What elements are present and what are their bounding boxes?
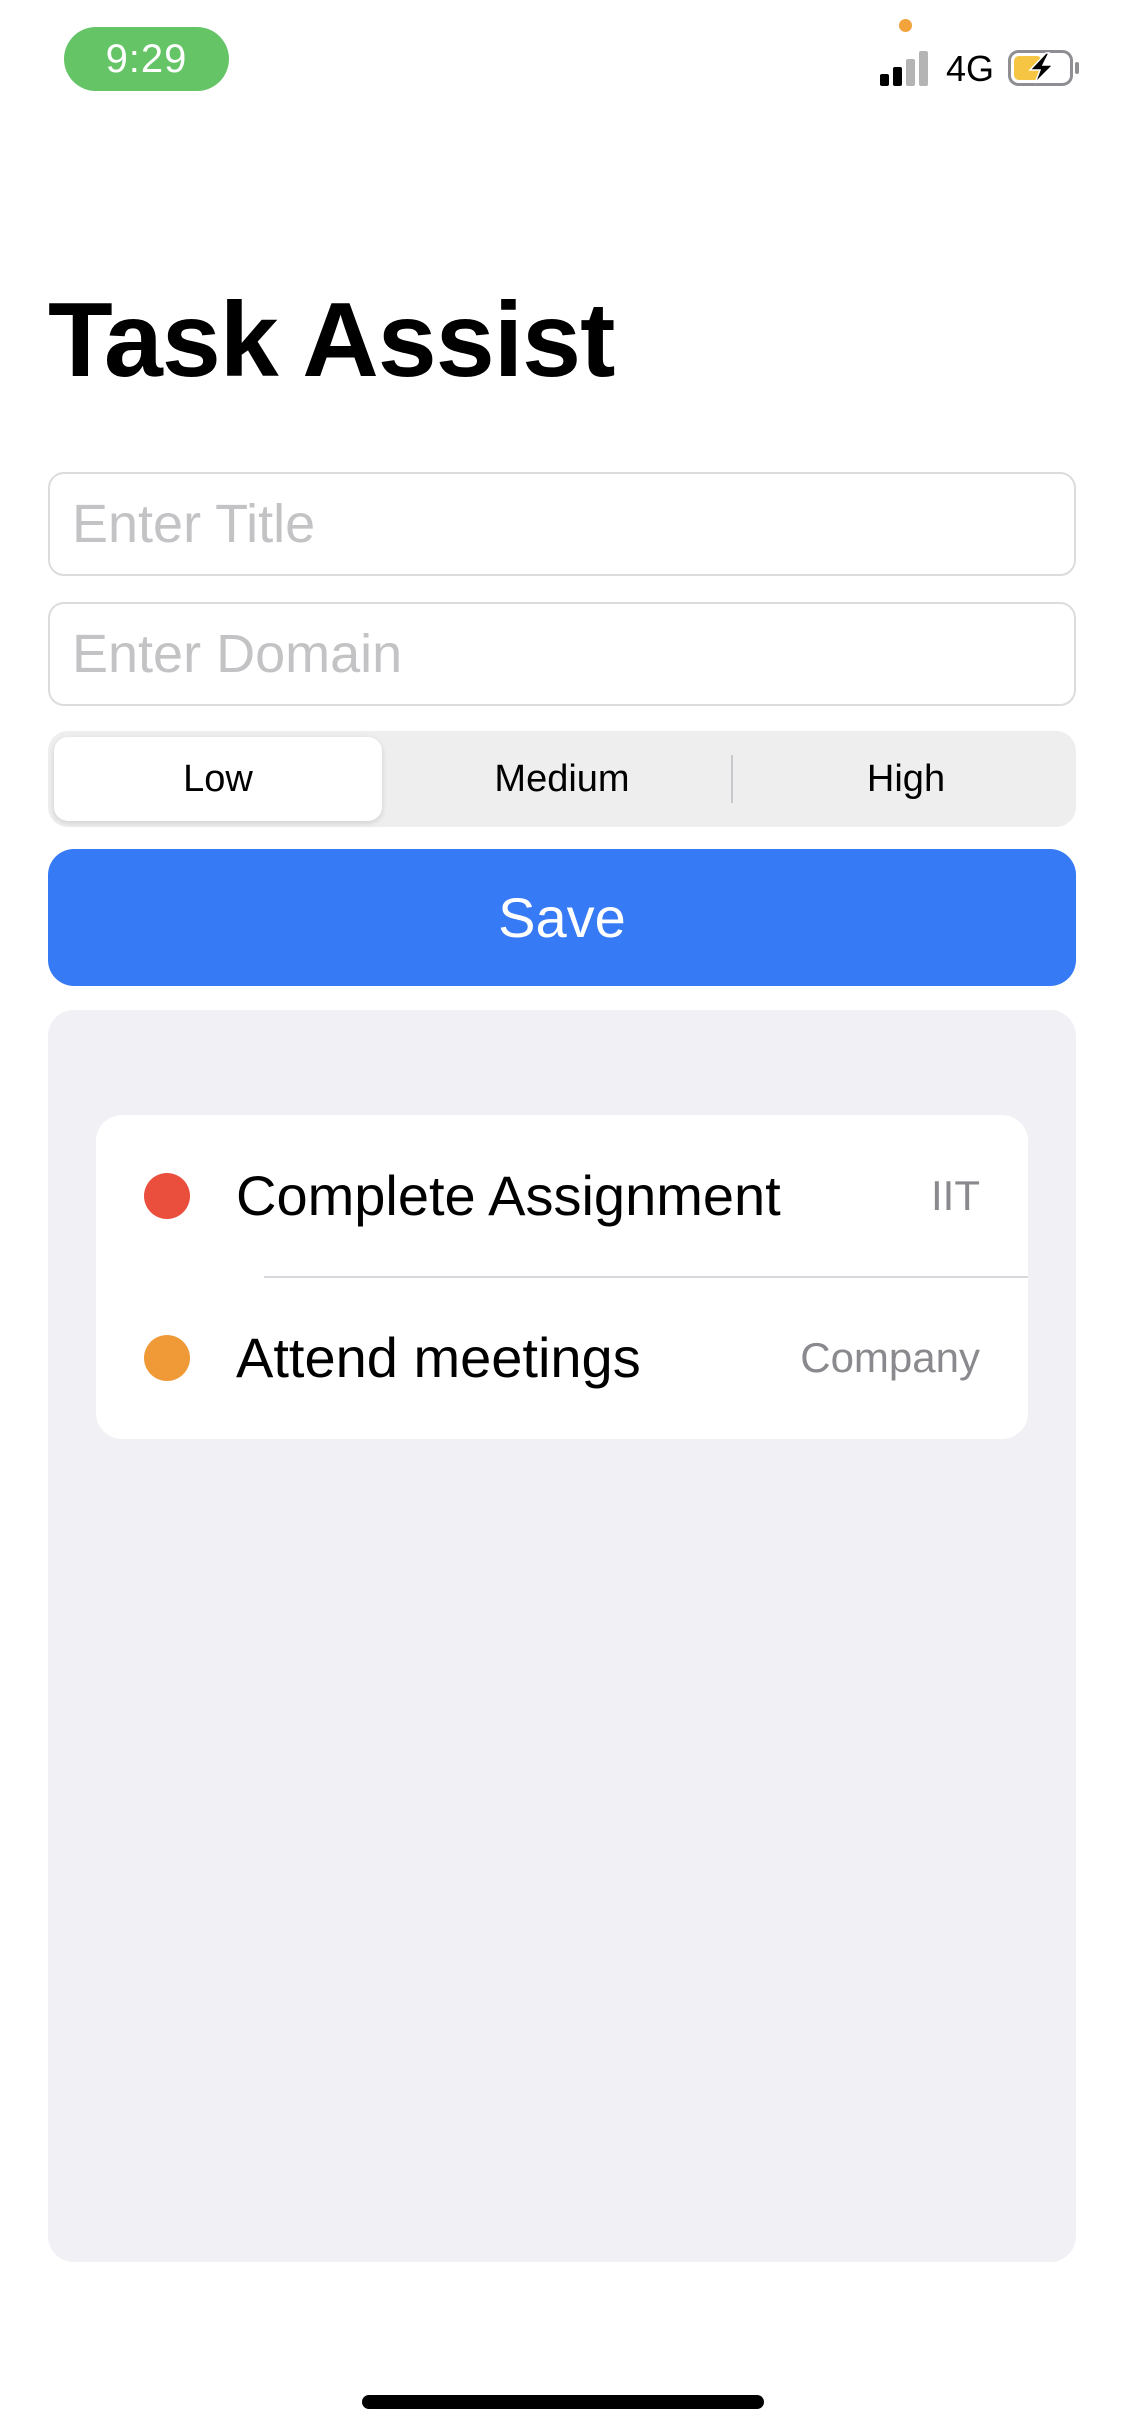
domain-input[interactable] (48, 602, 1076, 706)
task-row[interactable]: Complete Assignment IIT (96, 1115, 1028, 1278)
page-title: Task Assist (48, 281, 615, 399)
priority-segmented-control: Low Medium High (48, 731, 1076, 827)
home-indicator[interactable] (362, 2395, 764, 2409)
battery-charging-icon (1008, 50, 1079, 86)
task-assist-screen: 9:29 4G Task Assist Low Medium High Save (0, 0, 1125, 2436)
title-input[interactable] (48, 472, 1076, 576)
status-bar: 9:29 4G (0, 0, 1125, 120)
task-title: Complete Assignment (236, 1164, 781, 1227)
priority-segment-high[interactable]: High (742, 737, 1070, 821)
priority-segment-low[interactable]: Low (54, 737, 382, 821)
task-list-container: Complete Assignment IIT Attend meetings … (48, 1010, 1076, 2262)
task-domain: Company (800, 1334, 980, 1381)
segment-divider (731, 755, 733, 803)
signal-icon (880, 50, 932, 86)
task-row[interactable]: Attend meetings Company (96, 1277, 1028, 1439)
priority-segment-medium[interactable]: Medium (398, 737, 726, 821)
task-list-card: Complete Assignment IIT Attend meetings … (96, 1115, 1028, 1439)
task-title: Attend meetings (236, 1326, 641, 1389)
status-time[interactable]: 9:29 (64, 27, 229, 91)
task-domain: IIT (931, 1172, 980, 1219)
save-button[interactable]: Save (48, 849, 1076, 986)
priority-dot-icon (144, 1335, 190, 1381)
priority-dot-icon (144, 1173, 190, 1219)
privacy-indicator-dot (899, 19, 912, 32)
network-type-label: 4G (946, 48, 995, 89)
